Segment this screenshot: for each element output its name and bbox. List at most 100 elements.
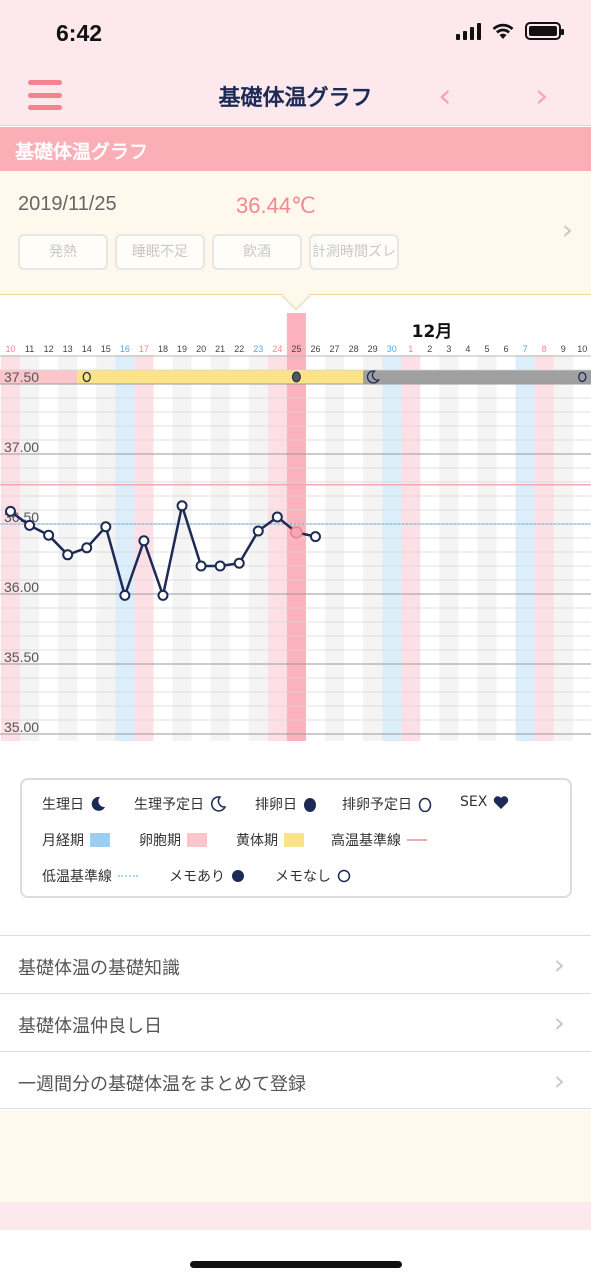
section-header: 基礎体温グラフ xyxy=(0,127,591,171)
x-tick-label: 10 xyxy=(5,344,15,354)
x-tick-label: 24 xyxy=(272,344,282,354)
temperature-chart-svg[interactable]: 10 11 12 13 14 15 16 17 18 19 20 21 22 23 24 25 26 27 28 29… xyxy=(0,313,591,743)
y-tick-label: 35.50 xyxy=(4,649,39,665)
data-point xyxy=(157,589,169,601)
menstrual-column xyxy=(115,355,135,741)
ovulation-marker xyxy=(291,371,301,383)
y-tick-label: 37.00 xyxy=(4,439,39,455)
x-tick-label: 11 xyxy=(25,344,34,354)
x-tick-label: 16 xyxy=(120,344,130,354)
legend-period: 生理日 xyxy=(42,794,106,814)
x-tick-label: 7 xyxy=(523,344,528,354)
link-bulk-register[interactable]: 一週間分の基礎体温をまとめて登録 › xyxy=(0,1051,591,1109)
link-basics[interactable]: 基礎体温の基礎知識 › xyxy=(0,935,591,993)
data-point xyxy=(5,505,16,517)
moon-filled-icon xyxy=(91,796,105,811)
column-bg xyxy=(172,355,192,741)
x-tick-label: 13 xyxy=(63,344,73,354)
data-point xyxy=(214,560,226,572)
status-bar: 6:42 xyxy=(0,0,591,64)
x-tick-label: 15 xyxy=(101,344,111,354)
tag-measurement-time-shift[interactable]: 計測時間ズレ xyxy=(309,234,399,270)
temperature-chart[interactable]: 10 11 12 13 14 15 16 17 18 19 20 21 22 23 24 25 26 27 28 29… xyxy=(0,313,591,743)
x-tick-label: 21 xyxy=(215,344,225,354)
menstrual-column xyxy=(515,355,535,741)
menstrual-column xyxy=(382,355,402,741)
data-point xyxy=(309,531,321,543)
column-bg xyxy=(553,355,573,741)
prev-arrow-icon[interactable]: ‹ xyxy=(438,76,452,116)
x-tick-label: 28 xyxy=(349,344,359,354)
follicular-swatch xyxy=(187,833,207,847)
tag-fever[interactable]: 発熱 xyxy=(18,234,108,270)
memo-filled-icon xyxy=(232,870,244,882)
data-point xyxy=(43,529,55,541)
signal-icon xyxy=(456,22,481,40)
data-point xyxy=(119,589,131,601)
legend-ovulation-predicted: 排卵予定日 xyxy=(342,794,432,814)
menstrual-swatch xyxy=(90,833,110,847)
link-intimacy-days[interactable]: 基礎体温仲良し日 › xyxy=(0,993,591,1051)
legend-low-baseline: 低温基準線 xyxy=(42,866,138,886)
nav-bar: 基礎体温グラフ ‹ › xyxy=(0,64,591,126)
section-title: 基礎体温グラフ xyxy=(15,141,149,163)
x-tick-label: 1 xyxy=(408,344,413,354)
legend-menstrual-phase: 月経期 xyxy=(42,830,110,850)
data-point xyxy=(176,500,188,512)
y-tick-label: 35.00 xyxy=(4,719,39,735)
column-bg xyxy=(439,355,459,741)
x-tick-label: 12 xyxy=(44,344,54,354)
data-point xyxy=(24,519,36,531)
day-detail-panel[interactable]: 2019/11/25 36.44℃ 発熱 睡眠不足 飲酒 計測時間ズレ › xyxy=(0,171,591,295)
x-tick-label: 8 xyxy=(542,344,547,354)
legend-memo-present: メモあり xyxy=(169,866,245,886)
x-tick-label: 23 xyxy=(253,344,263,354)
heart-icon xyxy=(494,795,509,809)
legend-high-baseline: 高温基準線 xyxy=(331,830,427,850)
egg-outline-icon xyxy=(418,797,432,812)
x-tick-label: 3 xyxy=(446,344,451,354)
x-tick-label: 27 xyxy=(330,344,340,354)
data-point xyxy=(138,535,150,547)
next-arrow-icon[interactable]: › xyxy=(535,76,549,116)
low-line xyxy=(118,875,138,877)
status-icons xyxy=(456,22,564,40)
fertile-column xyxy=(0,355,21,741)
data-point xyxy=(271,511,283,523)
high-line xyxy=(407,839,427,841)
info-link-list: 基礎体温の基礎知識 › 基礎体温仲良し日 › 一週間分の基礎体温をまとめて登録 … xyxy=(0,935,591,1109)
x-tick-label: 5 xyxy=(484,344,489,354)
memo-empty-icon xyxy=(337,869,351,883)
data-point xyxy=(195,560,207,572)
tag-sleep-deprivation[interactable]: 睡眠不足 xyxy=(115,234,205,270)
x-tick-label: 30 xyxy=(387,344,397,354)
selected-date: 2019/11/25 xyxy=(18,193,117,215)
chevron-right-icon: › xyxy=(553,948,565,981)
moon-outline-icon xyxy=(210,796,226,812)
column-bg xyxy=(363,355,383,741)
legend-sex: SEX xyxy=(460,794,509,810)
x-tick-label: 9 xyxy=(561,344,566,354)
x-tick-label: 10 xyxy=(577,344,587,354)
chevron-right-icon: › xyxy=(553,1064,565,1097)
column-bg xyxy=(248,355,268,741)
home-area xyxy=(0,1230,591,1280)
chevron-right-icon[interactable]: › xyxy=(562,213,573,246)
phase-bar-luteal xyxy=(77,370,364,384)
column-bg xyxy=(324,355,345,741)
x-tick-label: 6 xyxy=(504,344,509,354)
x-tick-label: 18 xyxy=(158,344,168,354)
data-point xyxy=(233,557,245,569)
month-label: 12月 xyxy=(412,322,453,342)
home-indicator[interactable] xyxy=(190,1261,402,1268)
luteal-swatch xyxy=(284,833,304,847)
tag-alcohol[interactable]: 飲酒 xyxy=(212,234,302,270)
selected-data-point xyxy=(290,526,303,539)
x-tick-label: 25 xyxy=(291,344,301,354)
legend-luteal-phase: 黄体期 xyxy=(236,830,304,850)
fertile-column xyxy=(401,355,421,741)
footer-banner-area xyxy=(0,1110,591,1202)
wifi-icon xyxy=(492,23,514,39)
x-tick-label: 19 xyxy=(177,344,187,354)
x-tick-label: 2 xyxy=(427,344,432,354)
